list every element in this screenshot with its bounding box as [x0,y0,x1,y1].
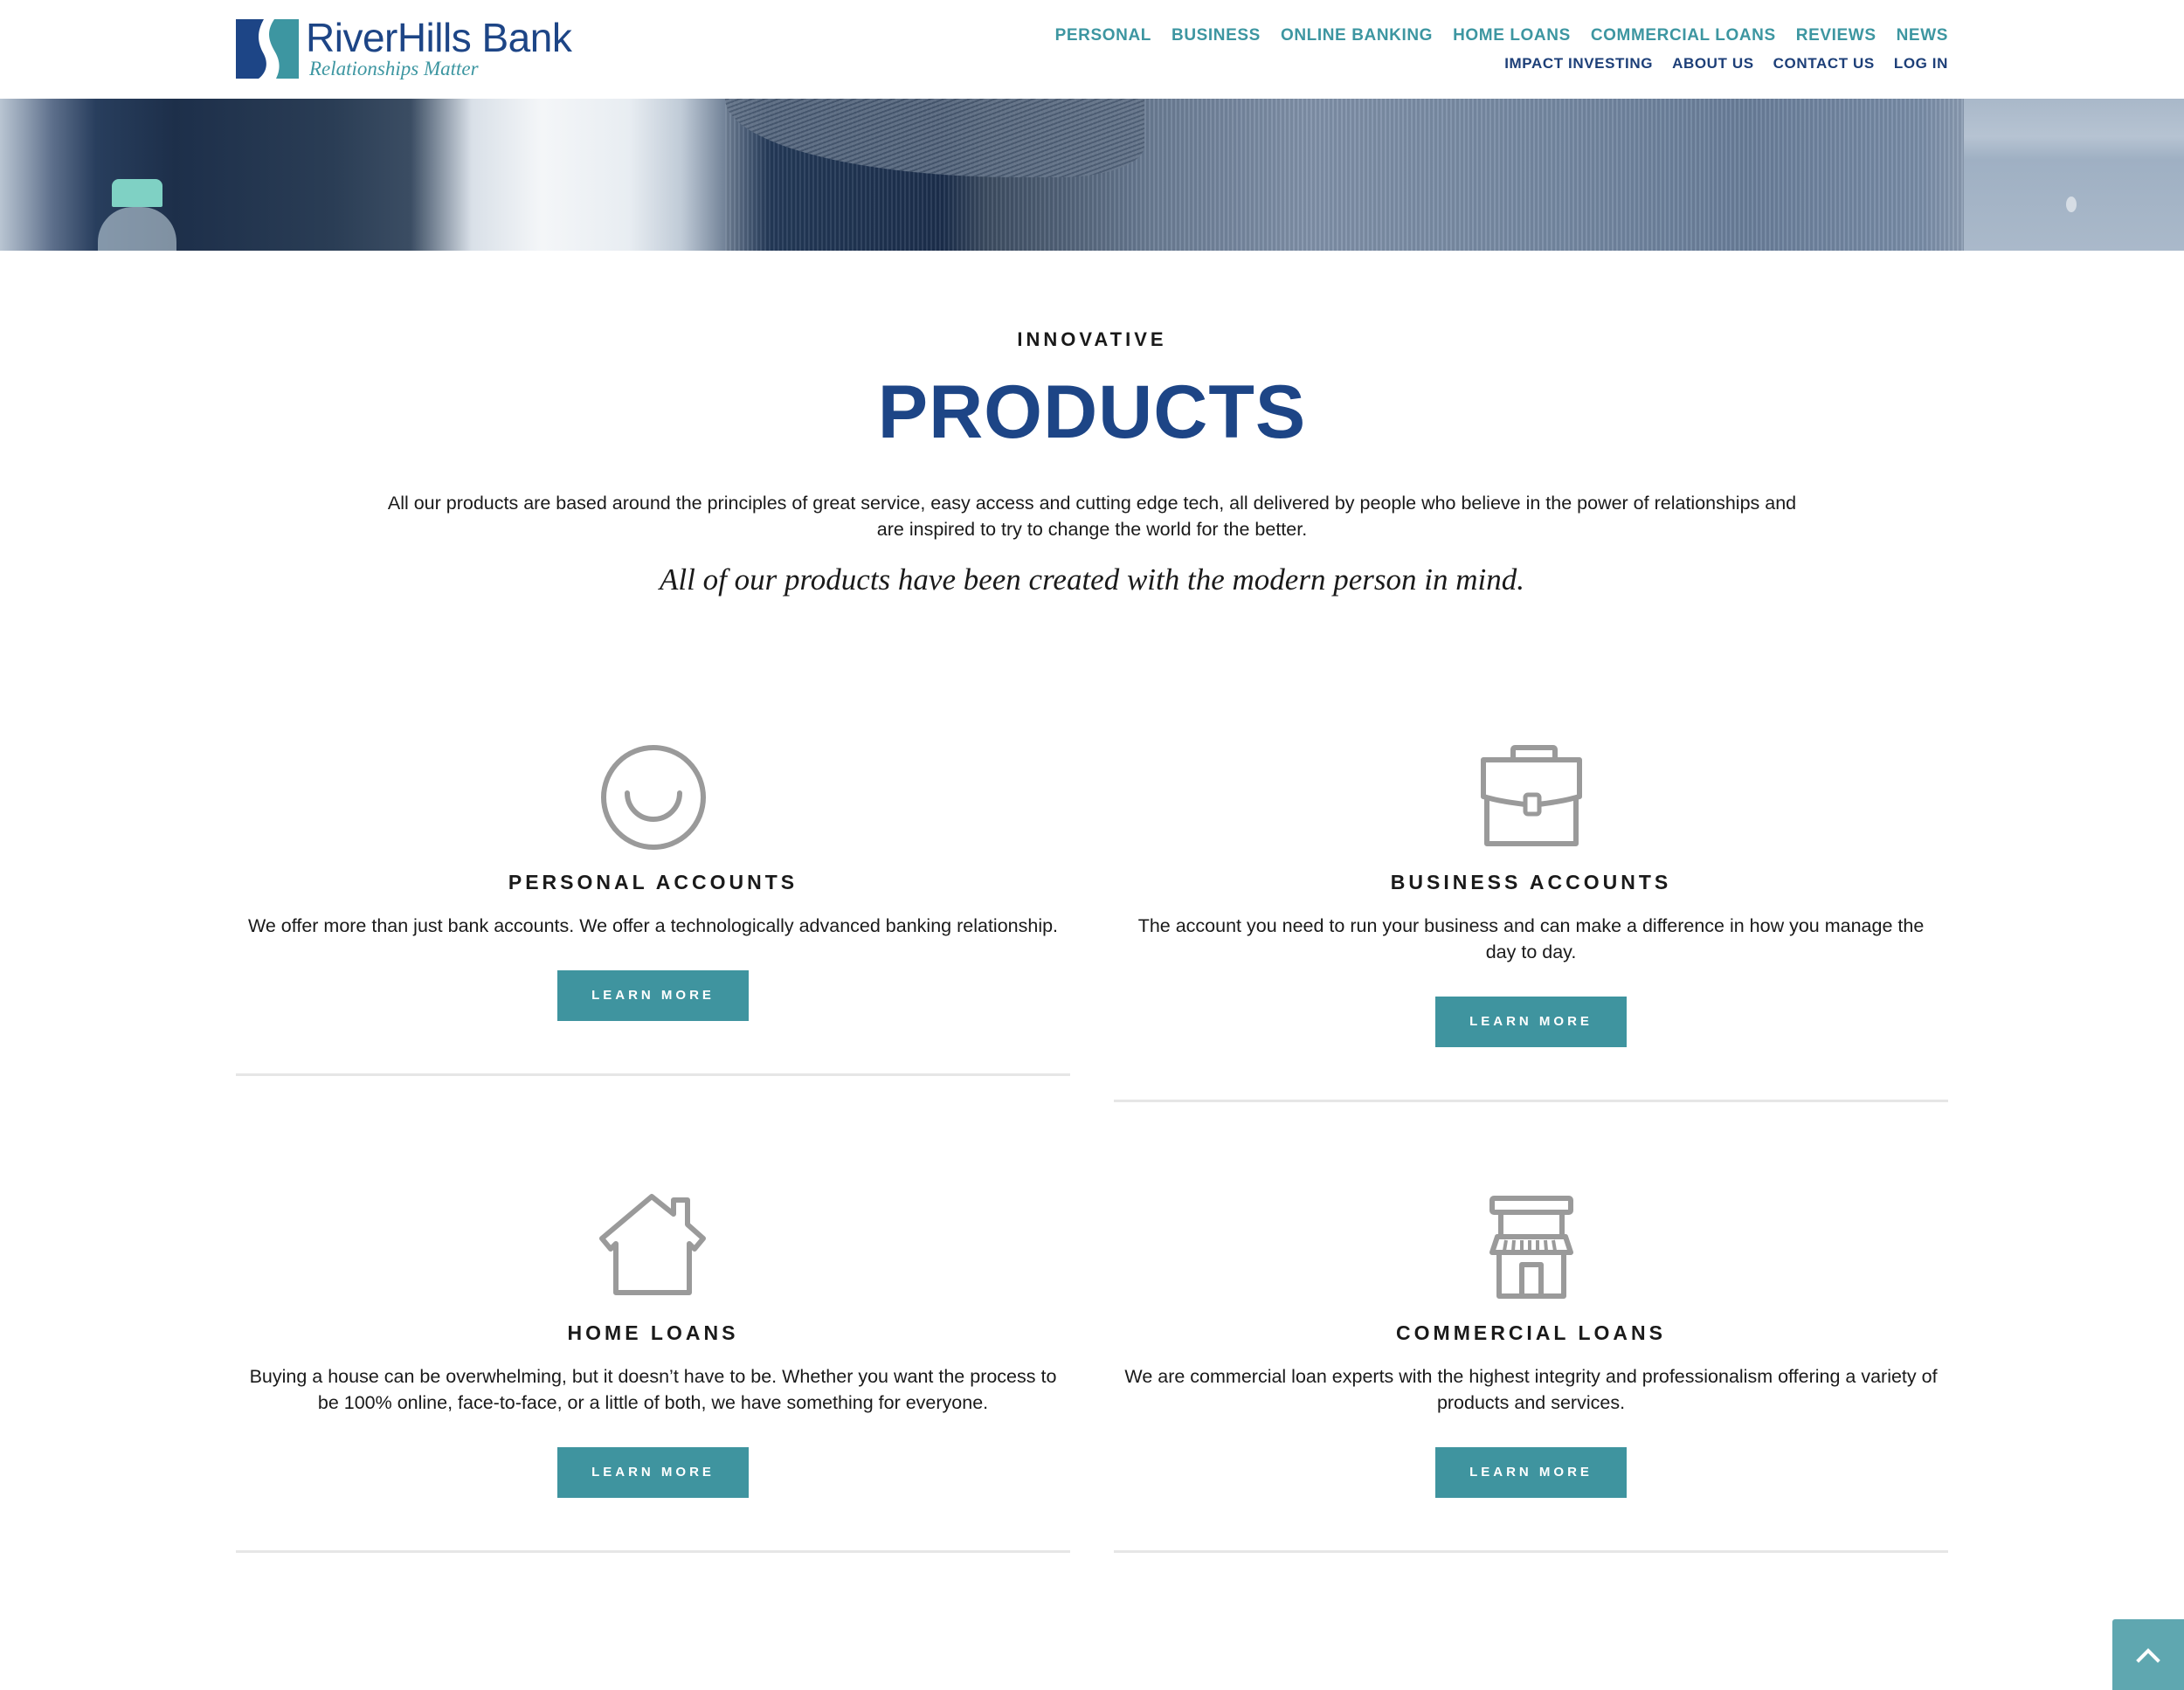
product-description: We are commercial loan experts with the … [1124,1366,1938,1413]
cabinet-knob [2066,197,2077,212]
main-nav: PERSONAL BUSINESS ONLINE BANKING HOME LO… [1035,26,1948,72]
intro-paragraph: All our products are based around the pr… [387,493,1797,540]
bank-logo[interactable]: RiverHills Bank Relationships Matter [236,15,572,80]
nav-personal[interactable]: PERSONAL [1055,26,1151,45]
chevron-up-icon [2136,1647,2160,1663]
nav-contact-us[interactable]: CONTACT US [1773,55,1875,72]
card-divider [236,1550,1070,1553]
logo-tagline: Relationships Matter [309,58,479,79]
smiley-icon [600,745,706,850]
product-title: COMMERCIAL LOANS [1396,1321,1666,1344]
nav-commercial-loans[interactable]: COMMERCIAL LOANS [1591,26,1776,45]
briefcase-icon [1480,745,1582,846]
card-divider [236,1073,1070,1076]
nav-impact-investing[interactable]: IMPACT INVESTING [1504,55,1653,72]
learn-more-button[interactable]: LEARN MORE [557,1447,749,1498]
section-eyebrow: INNOVATIVE [1017,328,1167,350]
nav-log-in[interactable]: LOG IN [1894,55,1948,72]
scroll-to-top-button[interactable] [2112,1619,2184,1690]
learn-more-button[interactable]: LEARN MORE [1435,1447,1627,1498]
product-description: Buying a house can be overwhelming, but … [249,1366,1057,1413]
product-card-personal-accounts: PERSONAL ACCOUNTS We offer more than jus… [236,741,1070,1076]
house-icon [598,1194,706,1295]
product-card-business-accounts: BUSINESS ACCOUNTS The account you need t… [1114,741,1948,1102]
learn-more-button[interactable]: LEARN MORE [557,970,749,1021]
intro-tagline: All of our products have been created wi… [660,562,1524,597]
page-title: PRODUCTS [877,370,1307,454]
product-description: We offer more than just bank accounts. W… [247,915,1059,936]
nav-online-banking[interactable]: ONLINE BANKING [1281,26,1433,45]
nav-home-loans[interactable]: HOME LOANS [1453,26,1571,45]
hero-photo [0,99,1964,251]
product-card-home-loans: HOME LOANS Buying a house can be overwhe… [236,1191,1070,1553]
storefront-icon [1489,1196,1573,1299]
product-title: HOME LOANS [567,1321,739,1344]
water-bottle-image [98,179,176,251]
secondary-nav: IMPACT INVESTING ABOUT US CONTACT US LOG… [1035,55,1948,72]
primary-nav: PERSONAL BUSINESS ONLINE BANKING HOME LO… [1035,26,1948,45]
product-description: The account you need to run your busines… [1137,915,1925,962]
hero-background-cabinet [1964,99,2184,251]
logo-name: RiverHills Bank [306,15,572,60]
nav-reviews[interactable]: REVIEWS [1796,26,1876,45]
card-divider [1114,1100,1948,1102]
product-title: BUSINESS ACCOUNTS [1390,871,1672,893]
nav-about-us[interactable]: ABOUT US [1672,55,1754,72]
nav-business[interactable]: BUSINESS [1171,26,1261,45]
site-header: RiverHills Bank Relationships Matter PER… [0,0,2184,99]
hero-banner-image [0,99,2184,251]
nav-news[interactable]: NEWS [1897,26,1948,45]
card-divider [1114,1550,1948,1553]
logo-mark-icon [236,19,299,79]
learn-more-button[interactable]: LEARN MORE [1435,997,1627,1047]
product-title: PERSONAL ACCOUNTS [508,871,798,893]
product-card-commercial-loans: COMMERCIAL LOANS We are commercial loan … [1114,1191,1948,1553]
